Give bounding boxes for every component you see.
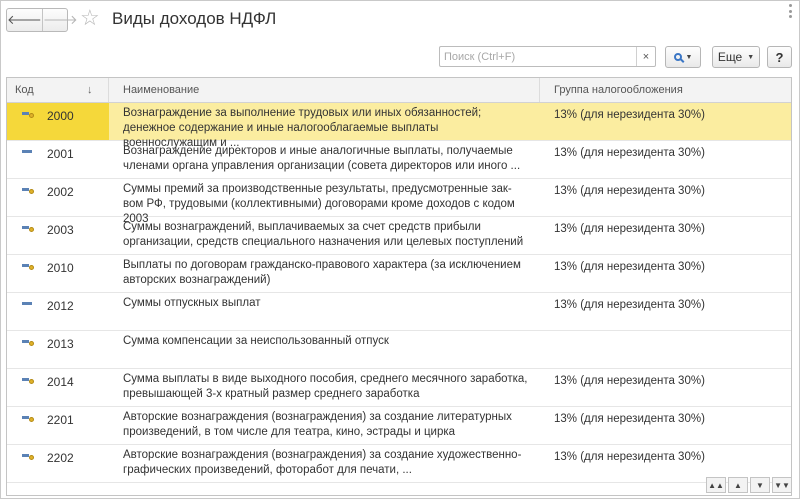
search-button[interactable]: ▼ xyxy=(665,46,701,68)
code-cell: 2001 xyxy=(7,141,109,178)
predefined-item-icon xyxy=(22,262,34,270)
table-body: 2000 Вознаграждение за выполнение трудовы… xyxy=(7,103,791,483)
income-types-table: Код ↓ Наименование Группа налогообложени… xyxy=(6,77,792,496)
code-cell: 2202 xyxy=(7,445,109,482)
row-code: 2000 xyxy=(47,109,74,123)
more-button-label: Еще xyxy=(717,50,743,64)
more-vertical-icon[interactable] xyxy=(786,4,794,18)
first-page-button[interactable]: ▲▲ xyxy=(706,477,726,493)
row-group: 13% (для нерезидента 30%) xyxy=(554,147,705,159)
pager: ▲▲ ▲ ▼ ▼▼ xyxy=(706,477,792,493)
history-nav: 🡐 🡒 xyxy=(6,8,78,32)
arrow-left-icon: 🡐 xyxy=(7,12,42,27)
row-name: Суммы вознаграждений, выплачиваемых за с… xyxy=(123,221,524,248)
row-group: 13% (для нерезидента 30%) xyxy=(554,109,705,121)
help-icon: ? xyxy=(775,49,784,65)
code-cell: 2012 xyxy=(7,293,109,330)
predefined-item-icon xyxy=(22,186,34,194)
code-cell: 2013 xyxy=(7,331,109,368)
back-button[interactable]: 🡐 xyxy=(7,9,43,31)
table-row[interactable]: 2013 Сумма компенсации за неиспользованны… xyxy=(7,331,791,369)
row-group: 13% (для нерезидента 30%) xyxy=(554,261,705,273)
code-cell: 2014 xyxy=(7,369,109,406)
row-name: Вознаграждение директоров и иные аналоги… xyxy=(123,145,521,172)
prev-page-icon: ▲ xyxy=(734,480,742,490)
forward-button[interactable]: 🡒 xyxy=(43,9,78,31)
predefined-item-icon xyxy=(22,224,34,232)
column-header-name[interactable]: Наименование xyxy=(109,78,540,102)
table-row[interactable]: 2001 Вознаграждение директоров и иные ана… xyxy=(7,141,791,179)
column-header-code-label: Код xyxy=(15,84,34,96)
row-name: Сумма выплаты в виде выходного пособия, … xyxy=(123,373,528,400)
first-page-icon: ▲▲ xyxy=(708,480,724,490)
code-cell: 2010 xyxy=(7,255,109,292)
code-cell: 2003 xyxy=(7,217,109,254)
predefined-item-icon xyxy=(22,452,34,460)
search-input[interactable] xyxy=(440,47,634,66)
row-code: 2202 xyxy=(47,451,74,465)
prev-page-button[interactable]: ▲ xyxy=(728,477,748,493)
help-button[interactable]: ? xyxy=(767,46,792,68)
predefined-item-icon xyxy=(22,338,34,346)
next-page-icon: ▼ xyxy=(756,480,764,490)
row-group: 13% (для нерезидента 30%) xyxy=(554,375,705,387)
last-page-icon: ▼▼ xyxy=(774,480,790,490)
arrow-right-icon: 🡒 xyxy=(42,12,78,27)
table-row[interactable]: 2202 Авторские вознаграждения (вознагражд… xyxy=(7,445,791,483)
row-group: 13% (для нерезидента 30%) xyxy=(554,451,705,463)
row-name: Авторские вознаграждения (вознаграждения… xyxy=(123,449,522,476)
chevron-down-icon: ▼ xyxy=(747,53,755,61)
row-name: Суммы отпускных выплат xyxy=(123,297,261,309)
close-icon: × xyxy=(642,50,650,63)
table-row[interactable]: 2010 Выплаты по договорам гражданско-прав… xyxy=(7,255,791,293)
next-page-button[interactable]: ▼ xyxy=(750,477,770,493)
clear-search-button[interactable]: × xyxy=(636,47,655,66)
row-code: 2001 xyxy=(47,147,74,161)
row-code: 2010 xyxy=(47,261,74,275)
sort-arrow-icon: ↓ xyxy=(87,84,93,96)
table-header: Код ↓ Наименование Группа налогообложени… xyxy=(7,78,791,103)
item-icon xyxy=(22,300,33,306)
table-row[interactable]: 2003 Суммы вознаграждений, выплачиваемых … xyxy=(7,217,791,255)
column-header-code[interactable]: Код ↓ xyxy=(7,78,109,102)
more-button[interactable]: Еще ▼ xyxy=(712,46,760,68)
row-name: Сумма компенсации за неиспользованный от… xyxy=(123,335,389,347)
column-header-group-label: Группа налогообложения xyxy=(554,84,683,96)
row-group: 13% (для нерезидента 30%) xyxy=(554,223,705,235)
row-group: 13% (для нерезидента 30%) xyxy=(554,185,705,197)
row-code: 2012 xyxy=(47,299,74,313)
star-icon[interactable]: ☆ xyxy=(80,6,100,30)
table-row[interactable]: 2201 Авторские вознаграждения (вознагражд… xyxy=(7,407,791,445)
item-icon xyxy=(22,148,33,154)
row-name: Авторские вознаграждения (вознаграждения… xyxy=(123,411,512,438)
column-header-group[interactable]: Группа налогообложения xyxy=(540,78,791,102)
row-code: 2013 xyxy=(47,337,74,351)
table-row[interactable]: 2014 Сумма выплаты в виде выходного пособ… xyxy=(7,369,791,407)
code-cell: 2002 xyxy=(7,179,109,216)
row-code: 2014 xyxy=(47,375,74,389)
code-cell: 2000 xyxy=(7,103,109,140)
table-row[interactable]: 2000 Вознаграждение за выполнение трудовы… xyxy=(7,103,791,149)
predefined-item-icon xyxy=(22,110,34,118)
last-page-button[interactable]: ▼▼ xyxy=(772,477,792,493)
table-row[interactable]: 2012 Суммы отпускных выплат 13% (для нерез… xyxy=(7,293,791,331)
row-code: 2003 xyxy=(47,223,74,237)
search-icon xyxy=(673,53,682,61)
predefined-item-icon xyxy=(22,376,34,384)
row-name: Выплаты по договорам гражданско-правовог… xyxy=(123,259,521,286)
column-header-name-label: Наименование xyxy=(123,84,200,96)
row-group: 13% (для нерезидента 30%) xyxy=(554,413,705,425)
search-field: × xyxy=(439,46,656,67)
predefined-item-icon xyxy=(22,414,34,422)
code-cell: 2201 xyxy=(7,407,109,444)
page-title: Виды доходов НДФЛ xyxy=(112,9,277,28)
row-code: 2201 xyxy=(47,413,74,427)
chevron-down-icon: ▼ xyxy=(685,53,693,61)
row-group: 13% (для нерезидента 30%) xyxy=(554,299,705,311)
table-row[interactable]: 2002 Суммы премий за производственные рез… xyxy=(7,179,791,225)
row-code: 2002 xyxy=(47,185,74,199)
